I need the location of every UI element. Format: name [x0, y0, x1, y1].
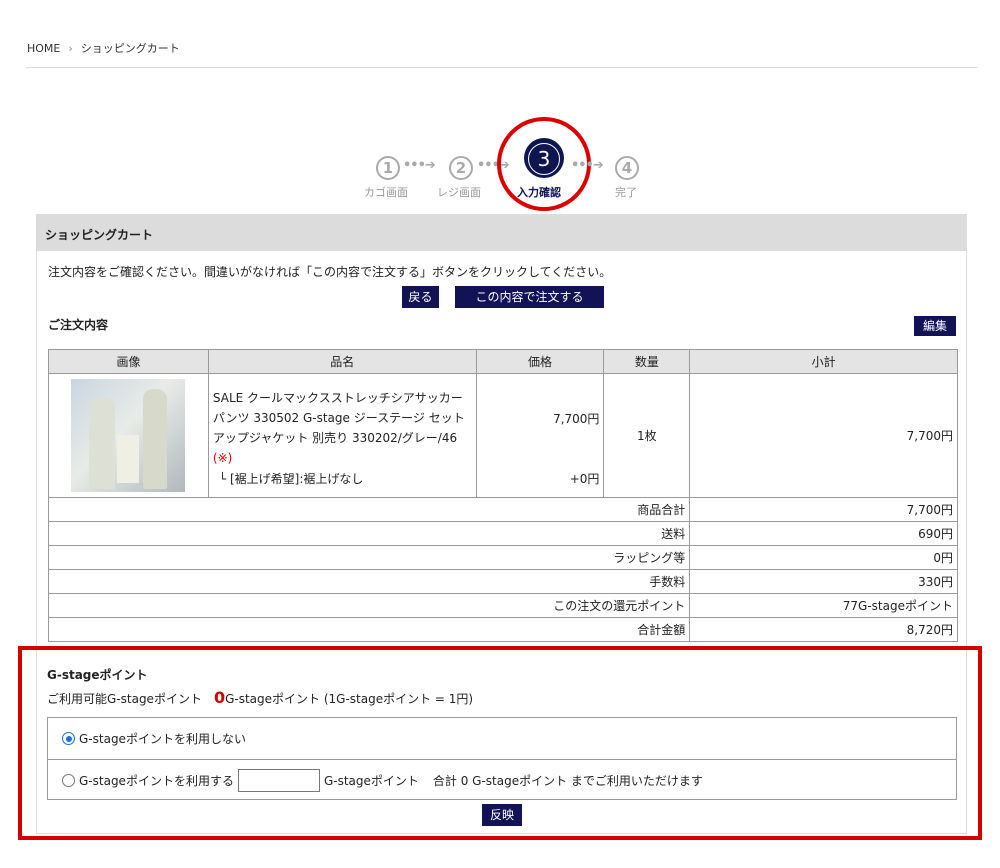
- item-price: 7,700円: [553, 412, 600, 426]
- confirm-notice: 注文内容をご確認ください。間違いがなければ「この内容で注文する」ボタンをクリック…: [48, 265, 612, 279]
- col-header-image: 画像: [48, 349, 209, 374]
- points-available: ご利用可能G-stageポイント 0 G-stageポイント (1G-stage…: [47, 688, 473, 707]
- summary-label: 送料: [47, 521, 691, 546]
- summary-label: この注文の還元ポイント: [47, 593, 691, 618]
- col-header-name: 品名: [207, 349, 477, 374]
- step-4-label: 完了: [615, 186, 637, 199]
- step-3-label: 入力確認: [517, 186, 561, 199]
- summary-value: 690円: [689, 521, 958, 546]
- order-table: 画像 品名 価格 数量 小計 SALE クールマックスストレッチシアサッカーパン…: [47, 349, 958, 642]
- order-section-title: ご注文内容: [48, 318, 109, 332]
- summary-row: 手数料 330円: [47, 569, 958, 594]
- panel-title: ショッピングカート: [37, 215, 966, 251]
- option-no-points[interactable]: G-stageポイントを利用しない: [48, 718, 956, 759]
- model-figure: [143, 389, 168, 489]
- points-available-label: ご利用可能G-stageポイント: [47, 692, 202, 706]
- table-header-row: 画像 品名 価格 数量 小計: [48, 349, 958, 374]
- arrow-right-icon: •••➔: [403, 158, 436, 173]
- col-header-price: 価格: [475, 349, 605, 374]
- model-figure: [89, 397, 116, 489]
- summary-row: この注文の還元ポイント 77G-stageポイント: [47, 593, 958, 618]
- summary-row: 合計金額 8,720円: [47, 617, 958, 642]
- back-button[interactable]: 戻る: [402, 286, 439, 308]
- step-1-number: 1: [376, 156, 400, 180]
- option-use-points-label: G-stageポイントを利用する: [79, 773, 234, 788]
- summary-value: 7,700円: [689, 497, 958, 522]
- item-qty: 1枚: [603, 373, 691, 498]
- place-order-button[interactable]: この内容で注文する: [455, 286, 604, 308]
- product-image: [71, 379, 186, 492]
- product-name-cell: SALE クールマックスストレッチシアサッカーパンツ 330502 G-stag…: [207, 373, 477, 498]
- summary-row: 商品合計 7,700円: [47, 497, 958, 522]
- summary-value: 330円: [689, 569, 958, 594]
- step-3-number: 3: [524, 138, 564, 178]
- summary-value: 77G-stageポイント: [689, 593, 958, 618]
- col-header-subtotal: 小計: [689, 349, 958, 374]
- step-2-number: 2: [449, 156, 473, 180]
- note-mark: (※): [212, 451, 233, 465]
- summary-row: 送料 690円: [47, 521, 958, 546]
- summary-value: 0円: [689, 545, 958, 570]
- step-1-label: カゴ画面: [364, 186, 408, 199]
- summary-label: 商品合計: [47, 497, 691, 522]
- product-image-cell: [48, 373, 209, 498]
- summary-label: 手数料: [47, 569, 691, 594]
- price-cell: 7,700円 +0円: [475, 373, 605, 498]
- radio-no-points[interactable]: [62, 732, 75, 745]
- arrow-right-icon: •••➔: [571, 158, 604, 173]
- checkout-progress: 1 •••➔ カゴ画面 2 •••➔ レジ画面 3 入力確認 •••➔ 4 完了: [0, 0, 1000, 211]
- points-available-value: 0: [213, 688, 226, 707]
- radio-use-points[interactable]: [62, 773, 75, 787]
- option-price: +0円: [569, 472, 600, 486]
- summary-value: 8,720円: [689, 617, 958, 642]
- item-subtotal: 7,700円: [689, 373, 958, 498]
- summary-label: 合計金額: [47, 617, 691, 642]
- points-amount-input[interactable]: [237, 768, 320, 792]
- col-header-qty: 数量: [603, 349, 691, 374]
- option-use-points[interactable]: G-stageポイントを利用する G-stageポイント 合計 0 G-stag…: [48, 759, 956, 800]
- points-usage-note: 合計 0 G-stageポイント までご利用いただけます: [432, 773, 703, 788]
- points-title: G-stageポイント: [47, 668, 148, 682]
- summary-label: ラッピング等: [47, 545, 691, 570]
- option-no-points-label: G-stageポイントを利用しない: [79, 732, 246, 746]
- step-2-label: レジ画面: [437, 186, 481, 199]
- folded-pants: [117, 435, 140, 483]
- apply-points-button[interactable]: 反映: [482, 804, 522, 826]
- edit-button[interactable]: 編集: [914, 316, 956, 336]
- points-unit: G-stageポイント: [323, 773, 419, 788]
- product-name: SALE クールマックスストレッチシアサッカーパンツ 330502 G-stag…: [212, 391, 465, 465]
- table-row: SALE クールマックスストレッチシアサッカーパンツ 330502 G-stag…: [48, 373, 958, 498]
- step-4-number: 4: [615, 156, 639, 180]
- product-option: └ [裾上げ希望]:裾上げなし: [218, 472, 364, 486]
- points-available-suffix: G-stageポイント (1G-stageポイント = 1円): [225, 692, 474, 706]
- points-options: G-stageポイントを利用しない G-stageポイントを利用する G-sta…: [47, 717, 957, 800]
- summary-row: ラッピング等 0円: [47, 545, 958, 570]
